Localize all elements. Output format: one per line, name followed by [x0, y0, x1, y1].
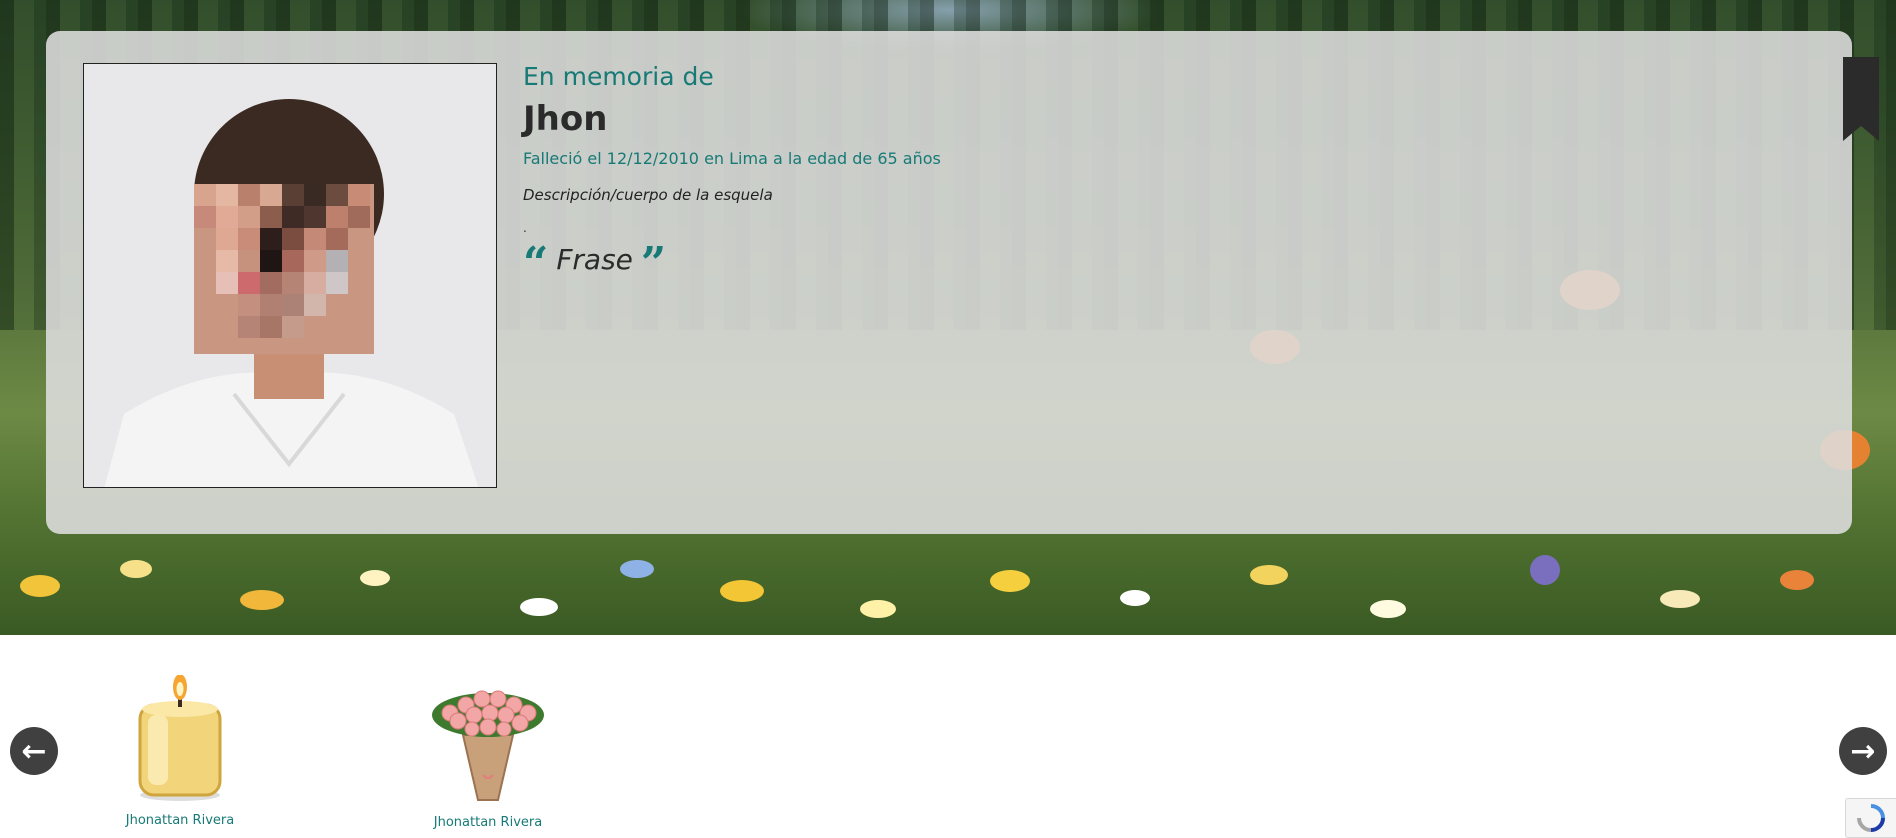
phrase-text: Frase: [556, 242, 633, 276]
tribute-author: Jhonattan Rivera: [433, 815, 543, 830]
arrow-right-icon[interactable]: →: [1839, 727, 1887, 775]
arrow-left-icon[interactable]: ←: [10, 727, 58, 775]
death-info: Falleció el 12/12/2010 en Lima a la edad…: [523, 149, 941, 168]
tribute-item-flowers[interactable]: Jhonattan Rivera: [398, 665, 578, 830]
quote-open-icon: “: [523, 242, 549, 276]
deceased-name: Jhon: [523, 99, 608, 139]
separator-dot: .: [523, 221, 527, 235]
recaptcha-badge-icon[interactable]: [1845, 798, 1896, 838]
flower-bouquet-icon: [432, 690, 544, 801]
phrase-block: “ Frase ”: [523, 242, 666, 276]
tribute-item-candle[interactable]: Jhonattan Rivera: [90, 674, 270, 828]
quote-close-icon: ”: [640, 242, 667, 276]
candle-icon: [138, 674, 222, 801]
in-memory-heading: En memoria de: [523, 62, 714, 91]
deceased-photo: [83, 63, 497, 488]
obituary-description: Descripción/cuerpo de la esquela: [523, 186, 773, 204]
tribute-author: Jhonattan Rivera: [125, 813, 235, 828]
